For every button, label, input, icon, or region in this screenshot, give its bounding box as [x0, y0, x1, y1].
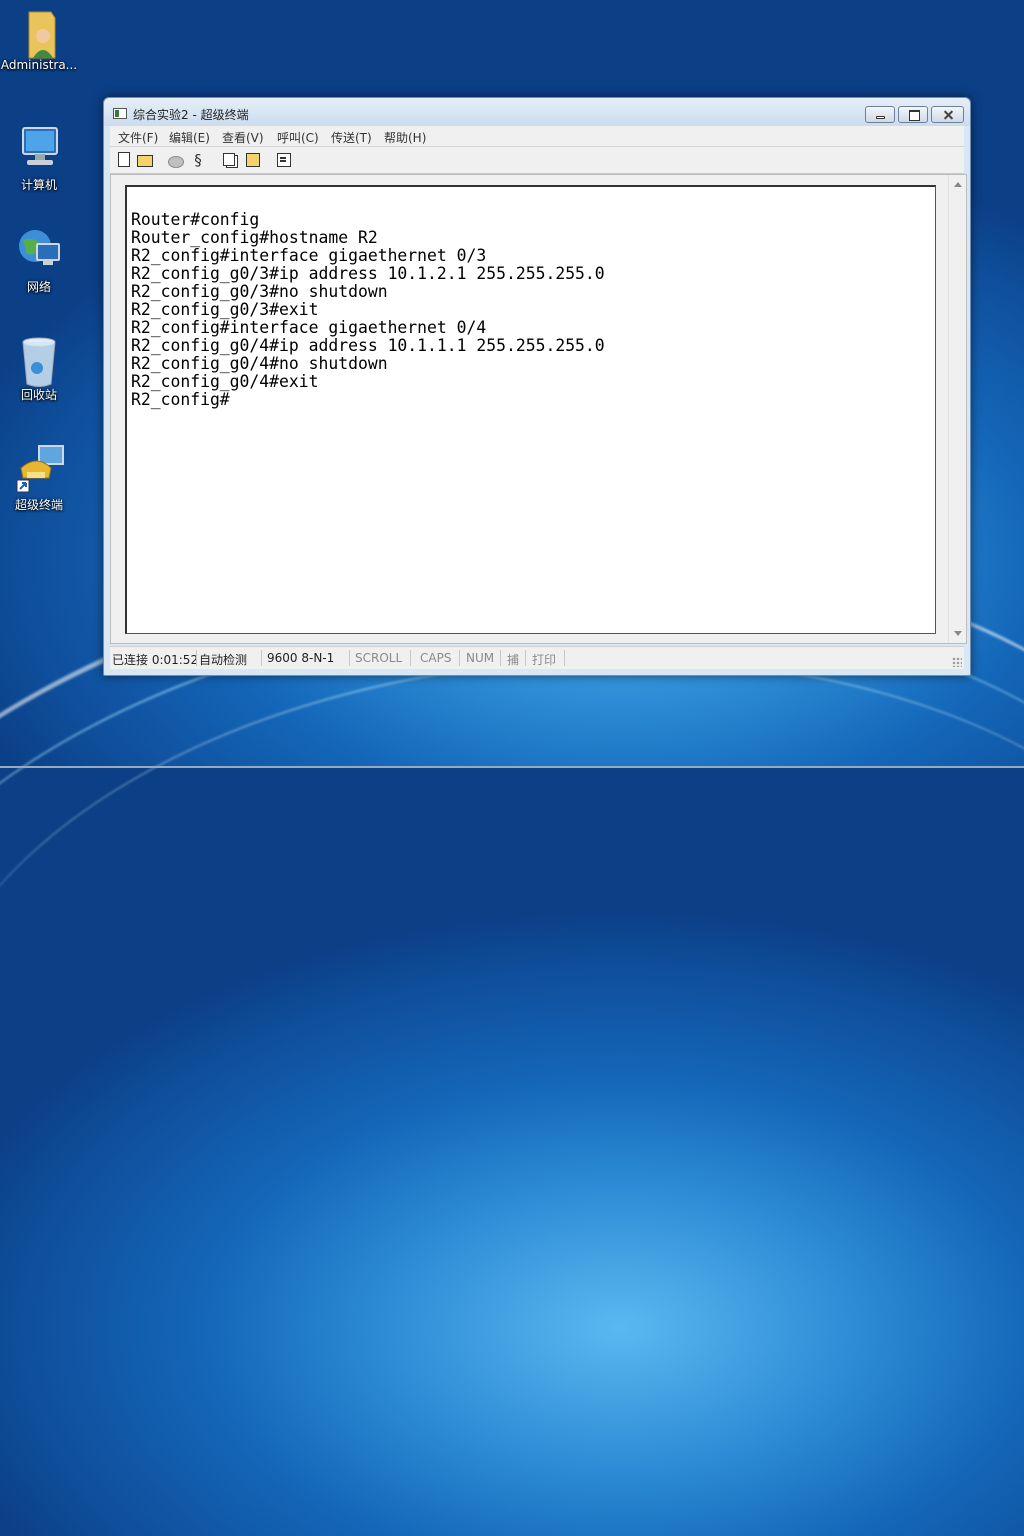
disconnect-icon[interactable] — [168, 156, 184, 168]
paste-icon[interactable] — [246, 153, 260, 167]
status-divider — [196, 650, 197, 666]
recycle-bin-icon — [15, 334, 63, 387]
window-title: 综合实验2 - 超级终端 — [133, 108, 249, 122]
close-button[interactable] — [931, 106, 964, 123]
hyperterminal-icon — [15, 444, 64, 493]
desktop-icon-hyperterminal[interactable]: 超级终端 — [0, 444, 78, 513]
status-divider — [564, 650, 565, 666]
status-detect: 自动检测 — [199, 653, 248, 667]
status-caps: CAPS — [420, 651, 452, 665]
menu-file[interactable]: 文件(F) — [118, 129, 158, 146]
open-icon[interactable] — [137, 155, 153, 167]
properties-icon[interactable] — [277, 153, 291, 167]
status-bar: 已连接 0:01:52 自动检测 9600 8-N-1 SCROLL CAPS … — [110, 646, 964, 669]
status-divider — [261, 650, 262, 666]
resize-grip[interactable] — [952, 657, 962, 667]
maximize-button[interactable] — [898, 106, 928, 123]
desktop-icon-recycle-bin[interactable]: 回收站 — [0, 334, 78, 403]
desktop-icon-computer[interactable]: 计算机 — [0, 124, 78, 193]
status-divider — [525, 650, 526, 666]
terminal-screen[interactable]: Router#config Router_config#hostname R2 … — [125, 185, 936, 634]
terminal-output: Router#config Router_config#hostname R2 … — [131, 210, 605, 409]
terminal-app-icon[interactable] — [113, 108, 127, 119]
minimize-button[interactable] — [865, 106, 895, 123]
status-scroll: SCROLL — [355, 651, 403, 665]
title-bar[interactable]: 综合实验2 - 超级终端 — [104, 98, 970, 126]
desktop-icon-network[interactable]: 网络 — [0, 226, 78, 295]
toolbar: § — [110, 147, 964, 174]
computer-icon — [15, 124, 63, 172]
status-capture: 捕 — [507, 653, 520, 667]
scroll-down-icon[interactable] — [954, 631, 962, 636]
menu-edit[interactable]: 编辑(E) — [169, 129, 210, 146]
dial-icon[interactable]: § — [190, 152, 206, 168]
menu-bar: 文件(F) 编辑(E) 查看(V) 呼叫(C) 传送(T) 帮助(H) — [110, 126, 964, 147]
status-settings: 9600 8-N-1 — [267, 651, 335, 665]
terminal-client-area: Router#config Router_config#hostname R2 … — [110, 174, 967, 644]
desktop-icon-administrator[interactable]: Administra... — [0, 6, 78, 72]
status-divider — [500, 650, 501, 666]
menu-help[interactable]: 帮助(H) — [384, 129, 426, 146]
user-folder-icon — [15, 6, 63, 59]
status-num: NUM — [466, 651, 495, 665]
status-divider — [349, 650, 350, 666]
status-divider — [459, 650, 460, 666]
menu-view[interactable]: 查看(V) — [222, 129, 264, 146]
copy-icon[interactable] — [223, 153, 235, 166]
network-icon — [15, 226, 63, 274]
new-icon[interactable] — [118, 152, 130, 167]
menu-transfer[interactable]: 传送(T) — [331, 129, 372, 146]
status-print: 打印 — [532, 653, 557, 667]
scroll-up-icon[interactable] — [954, 182, 962, 187]
vertical-scrollbar[interactable] — [948, 175, 966, 643]
status-connected: 已连接 0:01:52 — [112, 653, 199, 667]
menu-call[interactable]: 呼叫(C) — [277, 129, 319, 146]
hyperterminal-window: 综合实验2 - 超级终端 文件(F) 编辑(E) 查看(V) 呼叫(C) 传送(… — [103, 97, 971, 676]
status-divider — [410, 650, 411, 666]
